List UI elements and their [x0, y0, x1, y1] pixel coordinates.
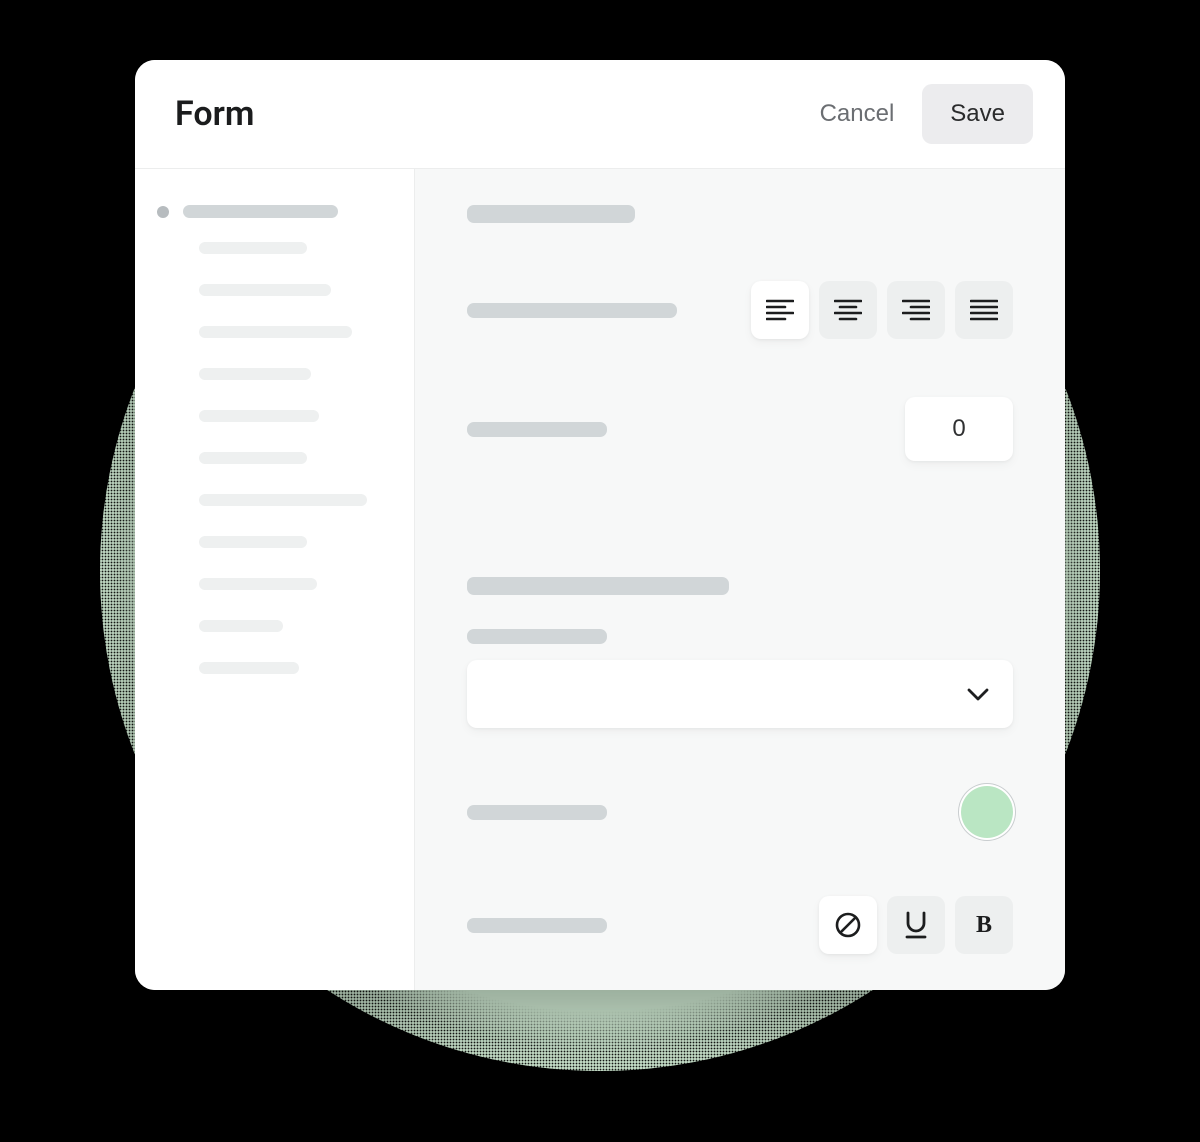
- sidebar-subitem[interactable]: [199, 368, 311, 380]
- number-input[interactable]: [905, 397, 1013, 461]
- align-left-icon: [766, 299, 794, 321]
- align-center-button[interactable]: [819, 281, 877, 339]
- sidebar-children: [199, 242, 392, 674]
- bullet-icon: [157, 206, 169, 218]
- cancel-button[interactable]: Cancel: [810, 88, 905, 140]
- sidebar-subitem[interactable]: [199, 578, 317, 590]
- sidebar-item-label: [183, 205, 338, 218]
- align-right-icon: [902, 299, 930, 321]
- align-justify-icon: [970, 299, 998, 321]
- underline-button[interactable]: [887, 896, 945, 954]
- field-label: [467, 805, 607, 820]
- align-justify-button[interactable]: [955, 281, 1013, 339]
- field-select: [467, 629, 1013, 728]
- sidebar-subitem[interactable]: [199, 662, 299, 674]
- none-icon: [834, 911, 862, 939]
- bold-icon: B: [976, 912, 992, 939]
- underline-icon: [904, 911, 928, 939]
- sidebar-item-active[interactable]: [157, 205, 392, 218]
- style-none-button[interactable]: [819, 896, 877, 954]
- dialog-header: Form Cancel Save: [135, 60, 1065, 169]
- alignment-group: [751, 281, 1013, 339]
- section-title: [467, 205, 1013, 223]
- section-title: [467, 577, 1013, 595]
- select-input[interactable]: [467, 660, 1013, 728]
- align-right-button[interactable]: [887, 281, 945, 339]
- field-style: B: [467, 896, 1013, 954]
- field-color: [467, 786, 1013, 838]
- main-panel: B: [415, 169, 1065, 990]
- style-group: B: [819, 896, 1013, 954]
- sidebar-subitem[interactable]: [199, 452, 307, 464]
- sidebar-subitem[interactable]: [199, 326, 352, 338]
- align-center-icon: [834, 299, 862, 321]
- bold-button[interactable]: B: [955, 896, 1013, 954]
- chevron-down-icon: [967, 688, 989, 701]
- field-label: [467, 422, 607, 437]
- align-left-button[interactable]: [751, 281, 809, 339]
- sidebar-subitem[interactable]: [199, 536, 307, 548]
- field-label: [467, 629, 1013, 644]
- form-dialog: Form Cancel Save: [135, 60, 1065, 990]
- sidebar-subitem[interactable]: [199, 620, 283, 632]
- save-button[interactable]: Save: [922, 84, 1033, 144]
- sidebar-subitem[interactable]: [199, 494, 367, 506]
- field-number: [467, 397, 1013, 461]
- header-actions: Cancel Save: [810, 84, 1033, 144]
- color-swatch[interactable]: [961, 786, 1013, 838]
- sidebar: [135, 169, 415, 990]
- sidebar-subitem[interactable]: [199, 284, 331, 296]
- dialog-body: B: [135, 169, 1065, 990]
- field-label: [467, 918, 607, 933]
- field-alignment: [467, 281, 1013, 339]
- dialog-title: Form: [175, 94, 254, 134]
- sidebar-subitem[interactable]: [199, 410, 319, 422]
- field-label: [467, 303, 677, 318]
- sidebar-subitem[interactable]: [199, 242, 307, 254]
